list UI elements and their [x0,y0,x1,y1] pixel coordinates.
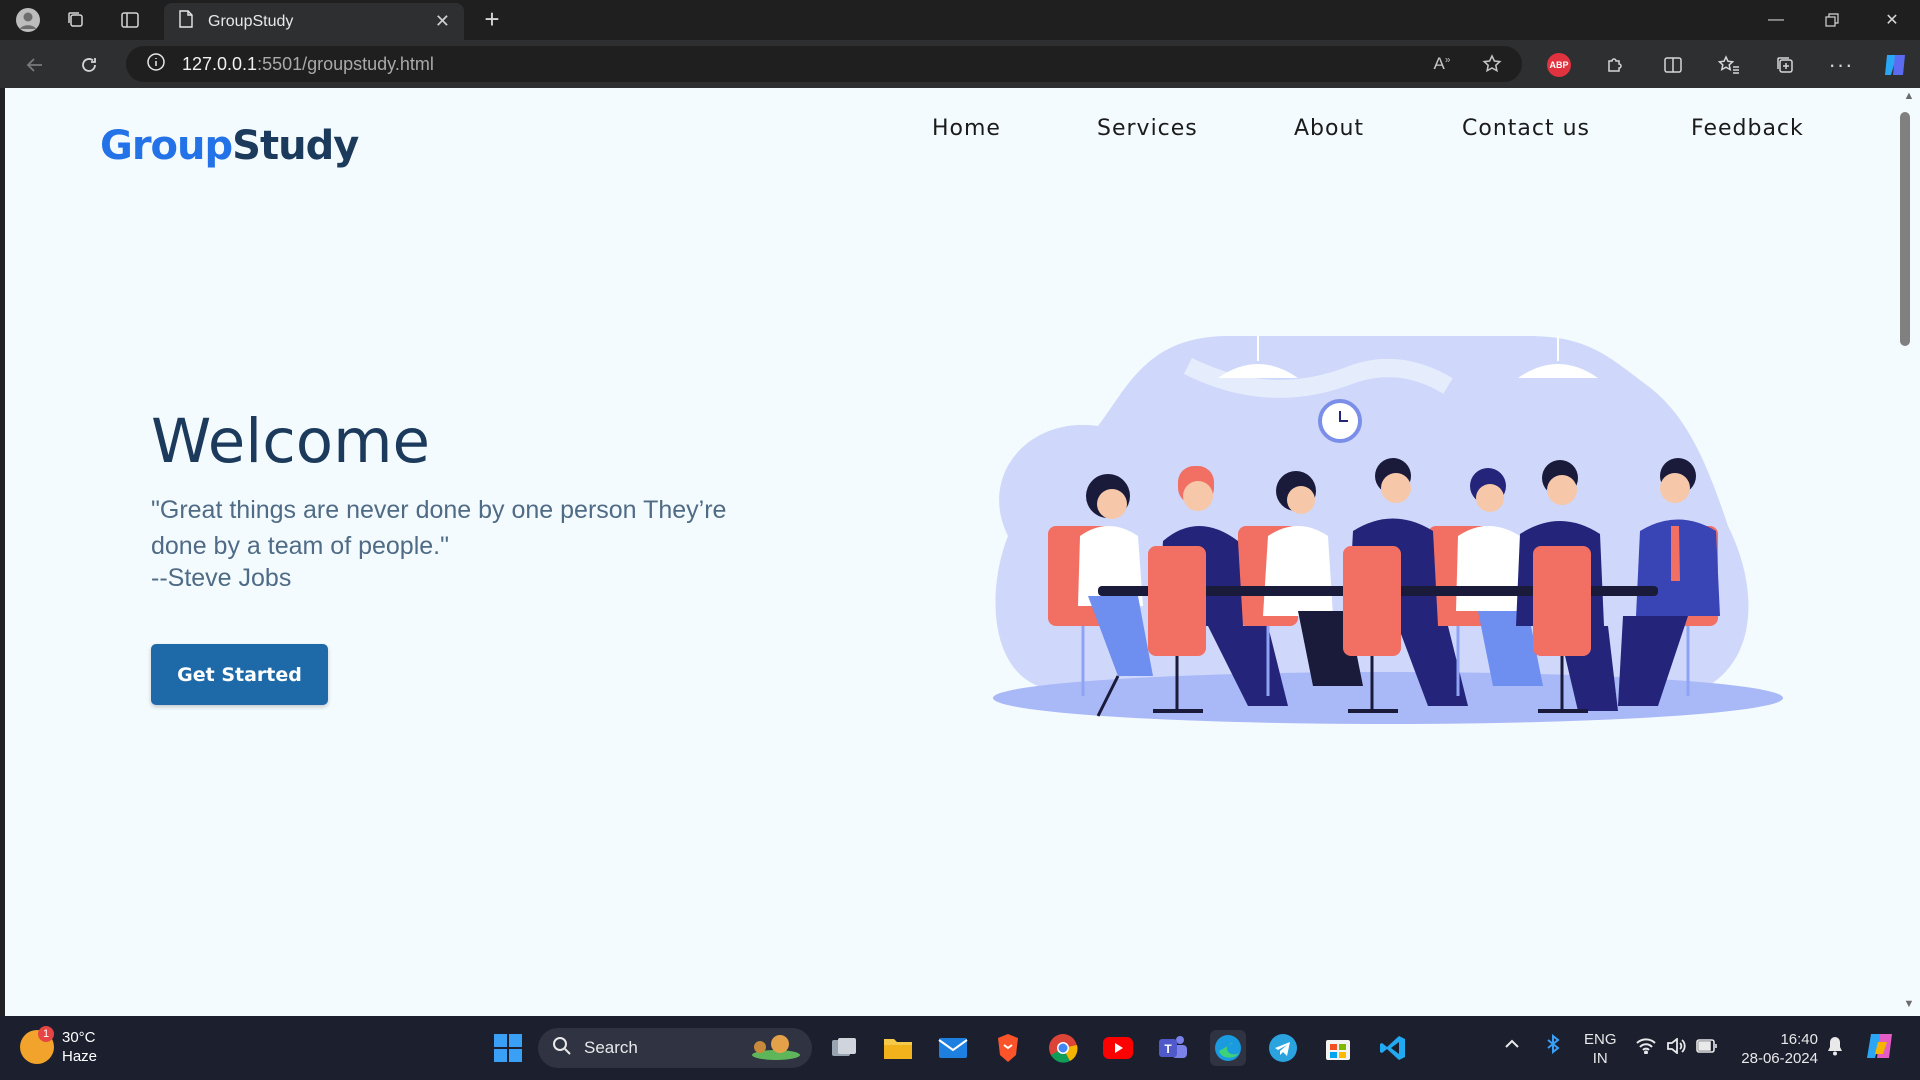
team-meeting-illustration [993,336,1783,724]
system-clock[interactable]: 16:40 28-06-2024 [1738,1030,1818,1068]
nav-services-link[interactable]: Services [1097,116,1198,141]
active-tab[interactable]: GroupStudy ✕ [164,3,464,40]
collections-icon[interactable] [1770,50,1800,80]
nav-contact-link[interactable]: Contact us [1462,116,1590,141]
read-aloud-icon[interactable]: A» [1426,48,1458,80]
language-code: ENG [1584,1031,1617,1048]
notification-bell-icon[interactable] [1826,1036,1844,1059]
svg-text:T: T [1164,1042,1172,1056]
page-viewport: GroupStudy Home Services About Contact u… [5,88,1898,1016]
nav-feedback-link[interactable]: Feedback [1691,116,1804,141]
get-started-button[interactable]: Get Started [151,644,328,705]
workspaces-icon[interactable] [62,6,90,34]
windows-taskbar: 1 30°C Haze Search T ENG IN 16:40 28-06-… [0,1016,1920,1080]
scroll-down-arrow-icon[interactable]: ▼ [1898,998,1920,1016]
extensions-puzzle-icon[interactable] [1600,50,1630,80]
telegram-icon[interactable] [1265,1030,1301,1066]
refresh-icon[interactable] [74,50,104,80]
volume-icon[interactable] [1666,1037,1686,1057]
copilot-icon[interactable] [1880,50,1910,80]
site-info-icon[interactable] [146,52,166,77]
weather-notification-badge: 1 [38,1026,54,1042]
search-highlight-icon [746,1031,802,1066]
favorites-icon[interactable] [1714,50,1744,80]
adblock-label: ABP [1547,53,1571,77]
vscode-icon[interactable] [1375,1030,1411,1066]
copilot-taskbar-icon[interactable] [1864,1030,1896,1065]
weather-description: Haze [62,1048,98,1065]
hero-quote: "Great things are never done by one pers… [151,496,727,560]
weather-haze-icon: 1 [20,1026,54,1064]
bluetooth-icon[interactable] [1546,1033,1560,1057]
url-path: :5501/groupstudy.html [257,53,434,74]
search-label: Search [584,1038,638,1057]
start-windows-icon[interactable] [490,1030,526,1066]
close-tab-icon[interactable]: ✕ [435,11,450,32]
more-options-icon[interactable]: ··· [1826,50,1856,80]
scrollbar-thumb[interactable] [1900,112,1910,346]
weather-temperature: 30°C [62,1029,96,1046]
nav-about-link[interactable]: About [1294,116,1364,141]
scroll-up-arrow-icon[interactable]: ▲ [1898,90,1920,108]
restore-window-icon[interactable] [1812,6,1852,34]
task-view-icon[interactable] [826,1030,862,1066]
input-language-indicator[interactable]: ENG IN [1584,1030,1617,1068]
file-explorer-icon[interactable] [880,1030,916,1066]
split-screen-icon[interactable] [1658,50,1688,80]
taskbar-search-box[interactable]: Search [538,1028,812,1068]
brave-browser-icon[interactable] [990,1030,1026,1066]
url-host: 127.0.0.1 [182,53,258,74]
clock-time: 16:40 [1780,1031,1818,1048]
mail-icon[interactable] [935,1030,971,1066]
microsoft-store-icon[interactable] [1320,1030,1356,1066]
hero-quote-author: --Steve Jobs [151,564,292,592]
clock-date: 28-06-2024 [1741,1050,1818,1067]
close-window-icon[interactable]: ✕ [1872,6,1912,34]
page-document-icon [178,10,194,33]
hero-title: Welcome [151,406,431,477]
weather-widget[interactable]: 1 30°C Haze [20,1026,98,1066]
new-tab-button[interactable]: + [478,6,506,34]
show-hidden-icons-chevron-icon[interactable] [1504,1036,1520,1052]
tab-actions-icon[interactable] [116,6,144,34]
youtube-icon[interactable] [1100,1030,1136,1066]
url-field[interactable]: 127.0.0.1:5501/groupstudy.html [126,46,1522,82]
tab-title: GroupStudy [208,12,294,30]
minimize-window-icon[interactable]: — [1756,6,1796,34]
battery-icon[interactable] [1696,1039,1718,1056]
adblock-extension-icon[interactable]: ABP [1544,50,1574,80]
edge-browser-icon[interactable] [1210,1030,1246,1066]
region-code: IN [1592,1050,1608,1067]
favorite-star-icon[interactable] [1476,48,1508,80]
main-navigation: Home Services About Contact us Feedback [5,116,1898,150]
browser-tab-bar: GroupStudy ✕ + — ✕ [0,0,1920,40]
teams-icon[interactable]: T [1155,1030,1191,1066]
nav-home-link[interactable]: Home [932,116,1001,141]
back-arrow-icon[interactable] [20,50,50,80]
chrome-icon[interactable] [1045,1030,1081,1066]
profile-avatar-icon[interactable] [14,6,42,34]
search-icon [552,1036,572,1061]
wifi-icon[interactable] [1636,1038,1656,1057]
address-bar-row: 127.0.0.1:5501/groupstudy.html A» ABP ··… [0,40,1920,88]
